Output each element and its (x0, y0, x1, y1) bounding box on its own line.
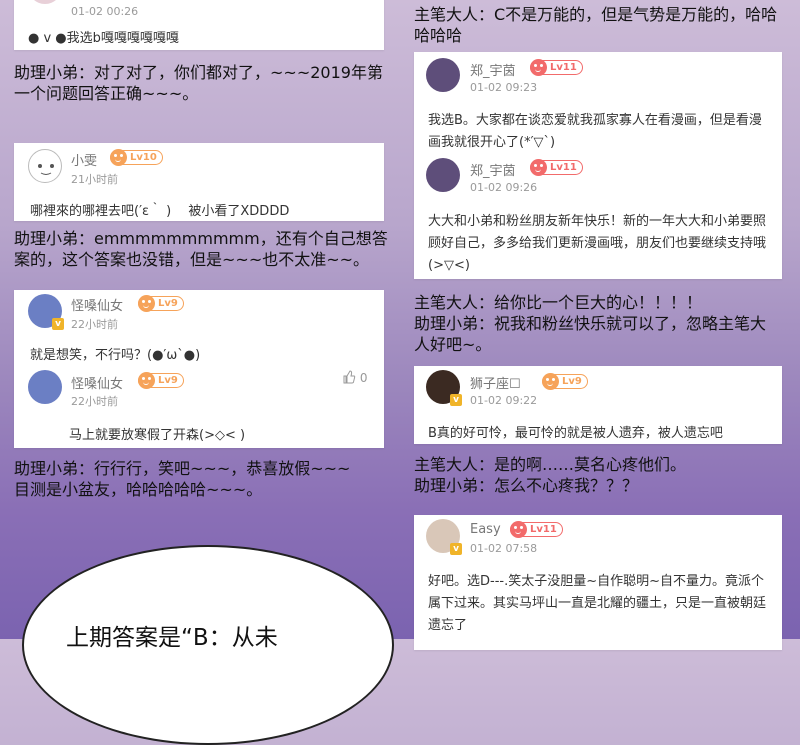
thumbs-up-icon (343, 370, 356, 384)
reply-avatar[interactable] (28, 370, 62, 404)
level-icon (542, 373, 559, 390)
level-badge: Lv9 (138, 372, 184, 389)
like-button[interactable]: 0 (342, 370, 367, 385)
reply-text: 马上就要放寒假了开森(>◇< ) (69, 428, 246, 443)
comment-time: 01-02 07:58 (470, 542, 538, 555)
avatar[interactable] (426, 58, 460, 92)
level-badge: Lv9 (138, 295, 184, 312)
verified-icon: v (450, 543, 462, 555)
user-name[interactable]: 小雯 (71, 150, 97, 169)
bubble-text: 上期答案是“B：从未 (66, 625, 278, 651)
reply-avatar[interactable] (426, 158, 460, 192)
level-icon (110, 149, 127, 166)
avatar[interactable] (28, 149, 62, 183)
level-badge: Lv10 (110, 149, 163, 166)
verified-icon: v (450, 394, 462, 406)
user-name[interactable]: 郑_宇茵 (470, 60, 516, 79)
comment-time: 01-02 09:22 (470, 394, 538, 407)
avatar[interactable] (28, 0, 62, 4)
reply-user-name[interactable]: 郑_宇茵 (470, 160, 516, 179)
reply-time: 22小时前 (71, 395, 118, 408)
narration-text: 助理小弟：emmmmmmmmmm，还有个自己想答案的，这个答案也没错，但是~~~… (14, 229, 388, 269)
narration-text: 助理小弟：行行行，笑吧~~~，恭喜放假~~~目测是小盆友，哈哈哈哈哈~~~。 (14, 459, 351, 499)
comment-card-4: 郑_宇茵 Lv11 01-02 09:23 我选B。大家都在谈恋爱就我孤家寡人在… (414, 52, 782, 279)
level-badge: Lv11 (530, 59, 583, 76)
comment-card-5: v 狮子座☐ Lv9 01-02 09:22 B真的好可怜，最可怜的就是被人遗弃… (414, 366, 782, 444)
narration-text: 助理小弟：对了对了，你们都对了，~~~2019年第一个问题回答正确~~~。 (14, 63, 383, 103)
level-badge: Lv9 (542, 373, 588, 390)
narration-text: 主笔大人：给你比一个巨大的心！！！！ 助理小弟：祝我和粉丝快乐就可以了，忽略主笔… (414, 293, 767, 354)
reply-time: 01-02 09:26 (470, 181, 538, 194)
user-name[interactable]: 怪嗓仙女 (71, 295, 123, 314)
level-icon (510, 521, 527, 538)
narration-text: 主笔大人：是的啊……莫名心疼他们。 助理小弟：怎么不心疼我？？？ (414, 455, 687, 495)
comment-card-3: v 怪嗓仙女 Lv9 22小时前 就是想笑，不行吗？(●′ω`●) 怪嗓仙女 L… (14, 290, 384, 448)
comment-text: ● v ●我选b嘎嘎嘎嘎嘎嘎 (28, 31, 179, 46)
comment-text: 哪裡來的哪裡去吧(′ε｀ ) 被小看了XDDDD (30, 204, 290, 219)
user-name[interactable]: 狮子座☐ (470, 373, 521, 392)
reply-text: 大大和小弟和粉丝朋友新年快乐！新的一年大大和小弟要照顾好自己，多多给我们更新漫画… (428, 214, 767, 273)
comment-time: 22小时前 (71, 318, 118, 331)
comment-text: B真的好可怜，最可怜的就是被人遗弃，被人遗忘吧 (428, 426, 723, 441)
comment-time: 01-02 00:26 (71, 5, 139, 18)
level-icon (530, 59, 547, 76)
comment-text: 就是想笑，不行吗？(●′ω`●) (30, 348, 201, 363)
comment-time: 01-02 09:23 (470, 81, 538, 94)
comment-text: 好吧。选D---.笑太子没胆量~自作聪明~自不量力。竟派个属下过来。其实马坪山一… (428, 574, 767, 633)
reply-user-name[interactable]: 怪嗓仙女 (71, 373, 123, 392)
level-badge: Lv11 (510, 521, 563, 538)
comment-time: 21小时前 (71, 173, 118, 186)
like-count: 0 (359, 371, 368, 385)
level-icon (530, 159, 547, 176)
level-icon (138, 372, 155, 389)
verified-icon: v (52, 318, 64, 330)
comment-text: 我选B。大家都在谈恋爱就我孤家寡人在看漫画，但是看漫画我就很开心了(*′▽`) (428, 113, 762, 150)
narration-text: 主笔大人：C不是万能的，但是气势是万能的，哈哈哈哈哈 (414, 5, 778, 45)
comment-card-6: v Easy Lv11 01-02 07:58 好吧。选D---.笑太子没胆量~… (414, 515, 782, 650)
comment-card-2: 小雯 Lv10 21小时前 哪裡來的哪裡去吧(′ε｀ ) 被小看了XDDDD (14, 143, 384, 221)
level-badge: Lv11 (530, 159, 583, 176)
comment-card-1: 01-02 00:26 ● v ●我选b嘎嘎嘎嘎嘎嘎 (14, 0, 384, 50)
level-icon (138, 295, 155, 312)
user-name[interactable]: Easy (470, 522, 501, 537)
